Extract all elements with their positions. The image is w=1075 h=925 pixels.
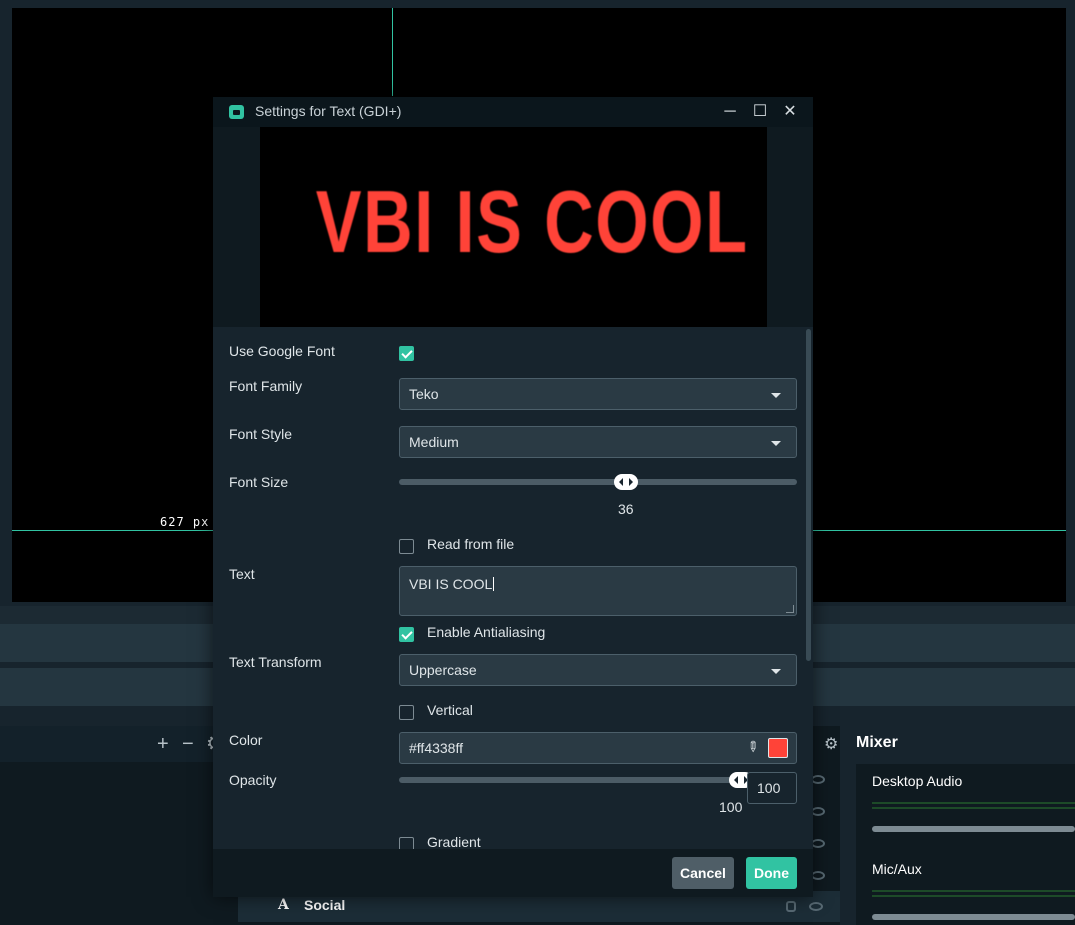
- text-cursor: [493, 577, 495, 591]
- font-size-slider-thumb[interactable]: [613, 474, 638, 490]
- visibility-eye-icon[interactable]: [811, 871, 825, 880]
- close-button[interactable]: ✕: [777, 100, 803, 124]
- opacity-label: Opacity: [229, 772, 277, 788]
- preview-text: VBI IS COOL: [315, 172, 749, 271]
- opacity-slider[interactable]: [399, 777, 741, 783]
- opacity-number-value: 100: [757, 780, 781, 796]
- font-style-value: Medium: [409, 434, 459, 450]
- text-input[interactable]: VBI IS COOL: [399, 566, 797, 616]
- mixer-channel-label: Desktop Audio: [872, 773, 963, 789]
- gradient-label: Gradient: [427, 834, 481, 849]
- opacity-value: 100: [719, 799, 743, 815]
- read-from-file-checkbox[interactable]: [399, 539, 414, 554]
- chevron-down-icon: [771, 393, 781, 398]
- font-size-label: Font Size: [229, 474, 289, 490]
- dialog-footer: Cancel Done: [213, 849, 813, 897]
- audio-level-meter: [872, 890, 1075, 892]
- text-preview: VBI IS COOL: [260, 127, 767, 327]
- color-swatch[interactable]: [768, 738, 788, 758]
- resize-grip-icon[interactable]: [786, 605, 794, 613]
- chevron-down-icon: [771, 669, 781, 674]
- mixer-title: Mixer: [856, 734, 898, 751]
- minimize-button[interactable]: ─: [717, 100, 743, 124]
- font-size-value: 36: [618, 501, 634, 517]
- font-family-select[interactable]: Teko: [399, 378, 797, 410]
- text-input-value: VBI IS COOL: [409, 576, 495, 592]
- eyedropper-icon[interactable]: ✎: [742, 737, 765, 760]
- remove-source-button[interactable]: −: [182, 734, 194, 754]
- dialog-titlebar[interactable]: Settings for Text (GDI+) ─ ☐ ✕: [213, 97, 813, 127]
- text-transform-select[interactable]: Uppercase: [399, 654, 797, 686]
- use-google-font-label: Use Google Font: [229, 343, 335, 359]
- read-from-file-label: Read from file: [427, 536, 515, 552]
- app-logo-icon: [229, 105, 244, 119]
- opacity-number-input[interactable]: 100: [747, 772, 797, 804]
- lock-icon[interactable]: [786, 901, 796, 912]
- done-button[interactable]: Done: [746, 857, 797, 889]
- color-input[interactable]: #ff4338ff ✎: [399, 732, 797, 764]
- vertical-checkbox[interactable]: [399, 705, 414, 720]
- font-style-select[interactable]: Medium: [399, 426, 797, 458]
- settings-form: Use Google Font Font Family Teko Font St…: [213, 327, 805, 849]
- source-name: Social: [304, 897, 346, 913]
- enable-antialiasing-checkbox[interactable]: [399, 627, 414, 642]
- font-family-label: Font Family: [229, 378, 303, 394]
- vertical-label: Vertical: [427, 702, 473, 718]
- enable-antialiasing-label: Enable Antialiasing: [427, 624, 546, 640]
- text-transform-value: Uppercase: [409, 662, 477, 678]
- font-family-value: Teko: [409, 386, 439, 402]
- text-transform-label: Text Transform: [229, 654, 322, 670]
- visibility-eye-icon[interactable]: [809, 902, 823, 911]
- color-value: #ff4338ff: [409, 740, 463, 756]
- visibility-eye-icon[interactable]: [811, 775, 825, 784]
- color-label: Color: [229, 732, 263, 748]
- mixer-channel-label: Mic/Aux: [872, 861, 922, 877]
- dimension-label: 627 px: [160, 515, 210, 529]
- font-style-label: Font Style: [229, 426, 293, 442]
- gradient-checkbox[interactable]: [399, 837, 414, 849]
- use-google-font-checkbox[interactable]: [399, 346, 414, 361]
- audio-level-meter: [872, 895, 1075, 897]
- text-label: Text: [229, 566, 255, 582]
- cancel-button[interactable]: Cancel: [672, 857, 734, 889]
- form-scrollbar[interactable]: [806, 329, 811, 661]
- add-source-button[interactable]: +: [157, 734, 169, 754]
- mixer-settings-gear-icon[interactable]: ⚙: [824, 734, 838, 754]
- audio-level-meter: [872, 802, 1075, 804]
- audio-level-meter: [872, 807, 1075, 809]
- dialog-title: Settings for Text (GDI+): [255, 103, 402, 119]
- volume-slider[interactable]: [872, 914, 1075, 920]
- font-size-slider[interactable]: [399, 479, 797, 485]
- visibility-eye-icon[interactable]: [811, 807, 825, 816]
- text-preview-area: VBI IS COOL: [213, 127, 813, 327]
- text-source-icon: A: [278, 897, 289, 913]
- volume-slider[interactable]: [872, 826, 1075, 832]
- vertical-guide-line: [392, 8, 393, 96]
- visibility-eye-icon[interactable]: [811, 839, 825, 848]
- text-settings-dialog: Settings for Text (GDI+) ─ ☐ ✕ VBI IS CO…: [213, 97, 813, 897]
- chevron-down-icon: [771, 441, 781, 446]
- maximize-button[interactable]: ☐: [747, 100, 773, 124]
